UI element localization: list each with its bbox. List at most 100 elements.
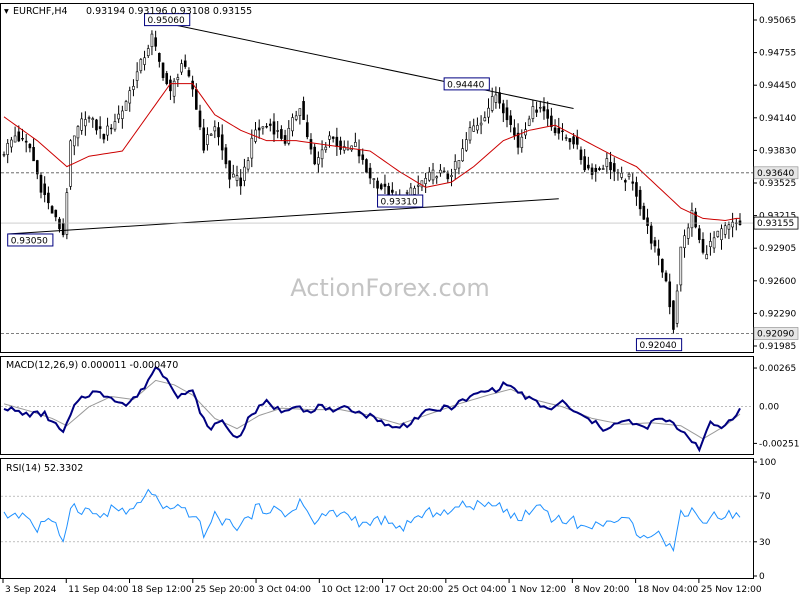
time-axis-label: 25 Nov 12:00 [701,585,762,595]
candle-body [246,160,250,170]
macd-axis-label: 0.00265 [759,364,796,374]
price-axis-label: 0.91985 [759,342,796,352]
candle-body [224,147,228,165]
candle-body [305,122,309,138]
candle-body [642,205,646,220]
price-axis-label: 0.94140 [759,114,796,124]
candle-body [158,53,161,62]
candle-body [450,175,453,178]
candle-body [87,117,91,119]
symbol-header: ▾ EURCHF,H4 0.93194 0.93196 0.93108 0.93… [4,6,252,17]
candle-body [413,187,416,195]
candle-body [176,77,180,81]
candle-body [716,230,720,237]
candle-body [265,126,268,128]
candle-body [513,127,516,136]
candle-body [461,148,464,162]
candle-body [150,33,154,47]
candle-body [291,117,294,132]
time-axis-label: 8 Nov 20:00 [574,585,629,595]
candle-body [594,167,598,172]
time-axis-label: 10 Oct 12:00 [321,585,380,595]
candle-body [605,158,609,167]
candle-body [383,183,387,187]
candle-body [220,134,224,151]
rsi-axis-label: 70 [759,492,771,502]
candle-body [483,117,487,122]
candle-body [646,217,649,226]
candle-body [587,164,590,169]
candle-body [317,157,320,165]
symbol-icon: ▾ [4,6,9,17]
candle-body [228,160,231,180]
candle-body [217,127,220,138]
candle-body [498,92,501,104]
candle-body [583,156,586,171]
candle-body [368,167,372,179]
candle-body [428,171,431,181]
candle-body [124,101,128,111]
candle-body [535,109,538,113]
candle-body [709,241,712,247]
price-axis-label: 0.93525 [759,179,796,189]
candle-body [298,108,302,116]
candle-body [2,154,6,156]
candle-body [542,106,546,112]
rsi-axis-label: 0 [759,572,765,582]
candle-body [276,130,279,132]
candle-body [538,107,542,109]
candle-body [668,281,672,308]
candle-body [683,235,686,249]
candle-body [21,137,24,140]
candle-body [213,126,217,132]
candle-body [261,126,265,129]
candle-body [135,71,139,81]
rsi-axis-label: 100 [759,458,776,468]
candle-body [357,149,361,157]
candle-body [309,139,313,150]
ohlc-values: 0.93194 0.93196 0.93108 0.93155 [86,6,252,17]
time-axis-label: 18 Sep 12:00 [132,585,192,595]
last-price-label: 0.93155 [757,219,794,229]
price-flag-label: 0.93310 [381,198,418,208]
level-axis-label: 0.93640 [757,169,794,179]
rsi-axis-label: 30 [759,538,771,548]
candle-body [47,192,50,204]
candle-body [609,161,612,171]
symbol-timeframe: EURCHF,H4 [13,6,68,17]
candle-body [35,160,39,175]
macd-axis-label: -0.002511 [759,439,800,449]
candle-body [61,223,65,236]
candle-body [476,125,479,131]
time-axis-label: 11 Sep 04:00 [68,585,128,595]
candle-body [501,103,505,114]
candle-body [568,138,572,143]
candle-body [98,126,102,129]
macd-label: MACD(12,26,9) 0.000011 -0.000470 [6,360,178,371]
candle-body [557,127,561,134]
candle-body [209,133,213,136]
candle-body [505,107,509,121]
candle-body [195,89,198,110]
candle-body [490,96,494,111]
candle-body [579,149,583,160]
candle-body [391,189,394,193]
candle-body [561,130,564,133]
candle-body [494,94,498,103]
candle-body [202,127,206,151]
price-axis-label: 0.95065 [759,16,796,26]
price-axis-label: 0.92290 [759,309,796,319]
price-axis-label: 0.93830 [759,146,796,156]
candle-body [657,248,660,256]
candle-body [550,115,553,128]
time-axis-label: 3 Sep 2024 [5,585,57,595]
candle-body [572,136,575,145]
candle-body [442,170,446,173]
candle-body [146,48,150,56]
candle-body [143,57,146,65]
candle-body [638,189,642,210]
level-axis-label: 0.92090 [757,329,794,339]
candle-body [268,123,272,126]
candle-body [727,224,731,230]
candle-body [39,174,43,193]
